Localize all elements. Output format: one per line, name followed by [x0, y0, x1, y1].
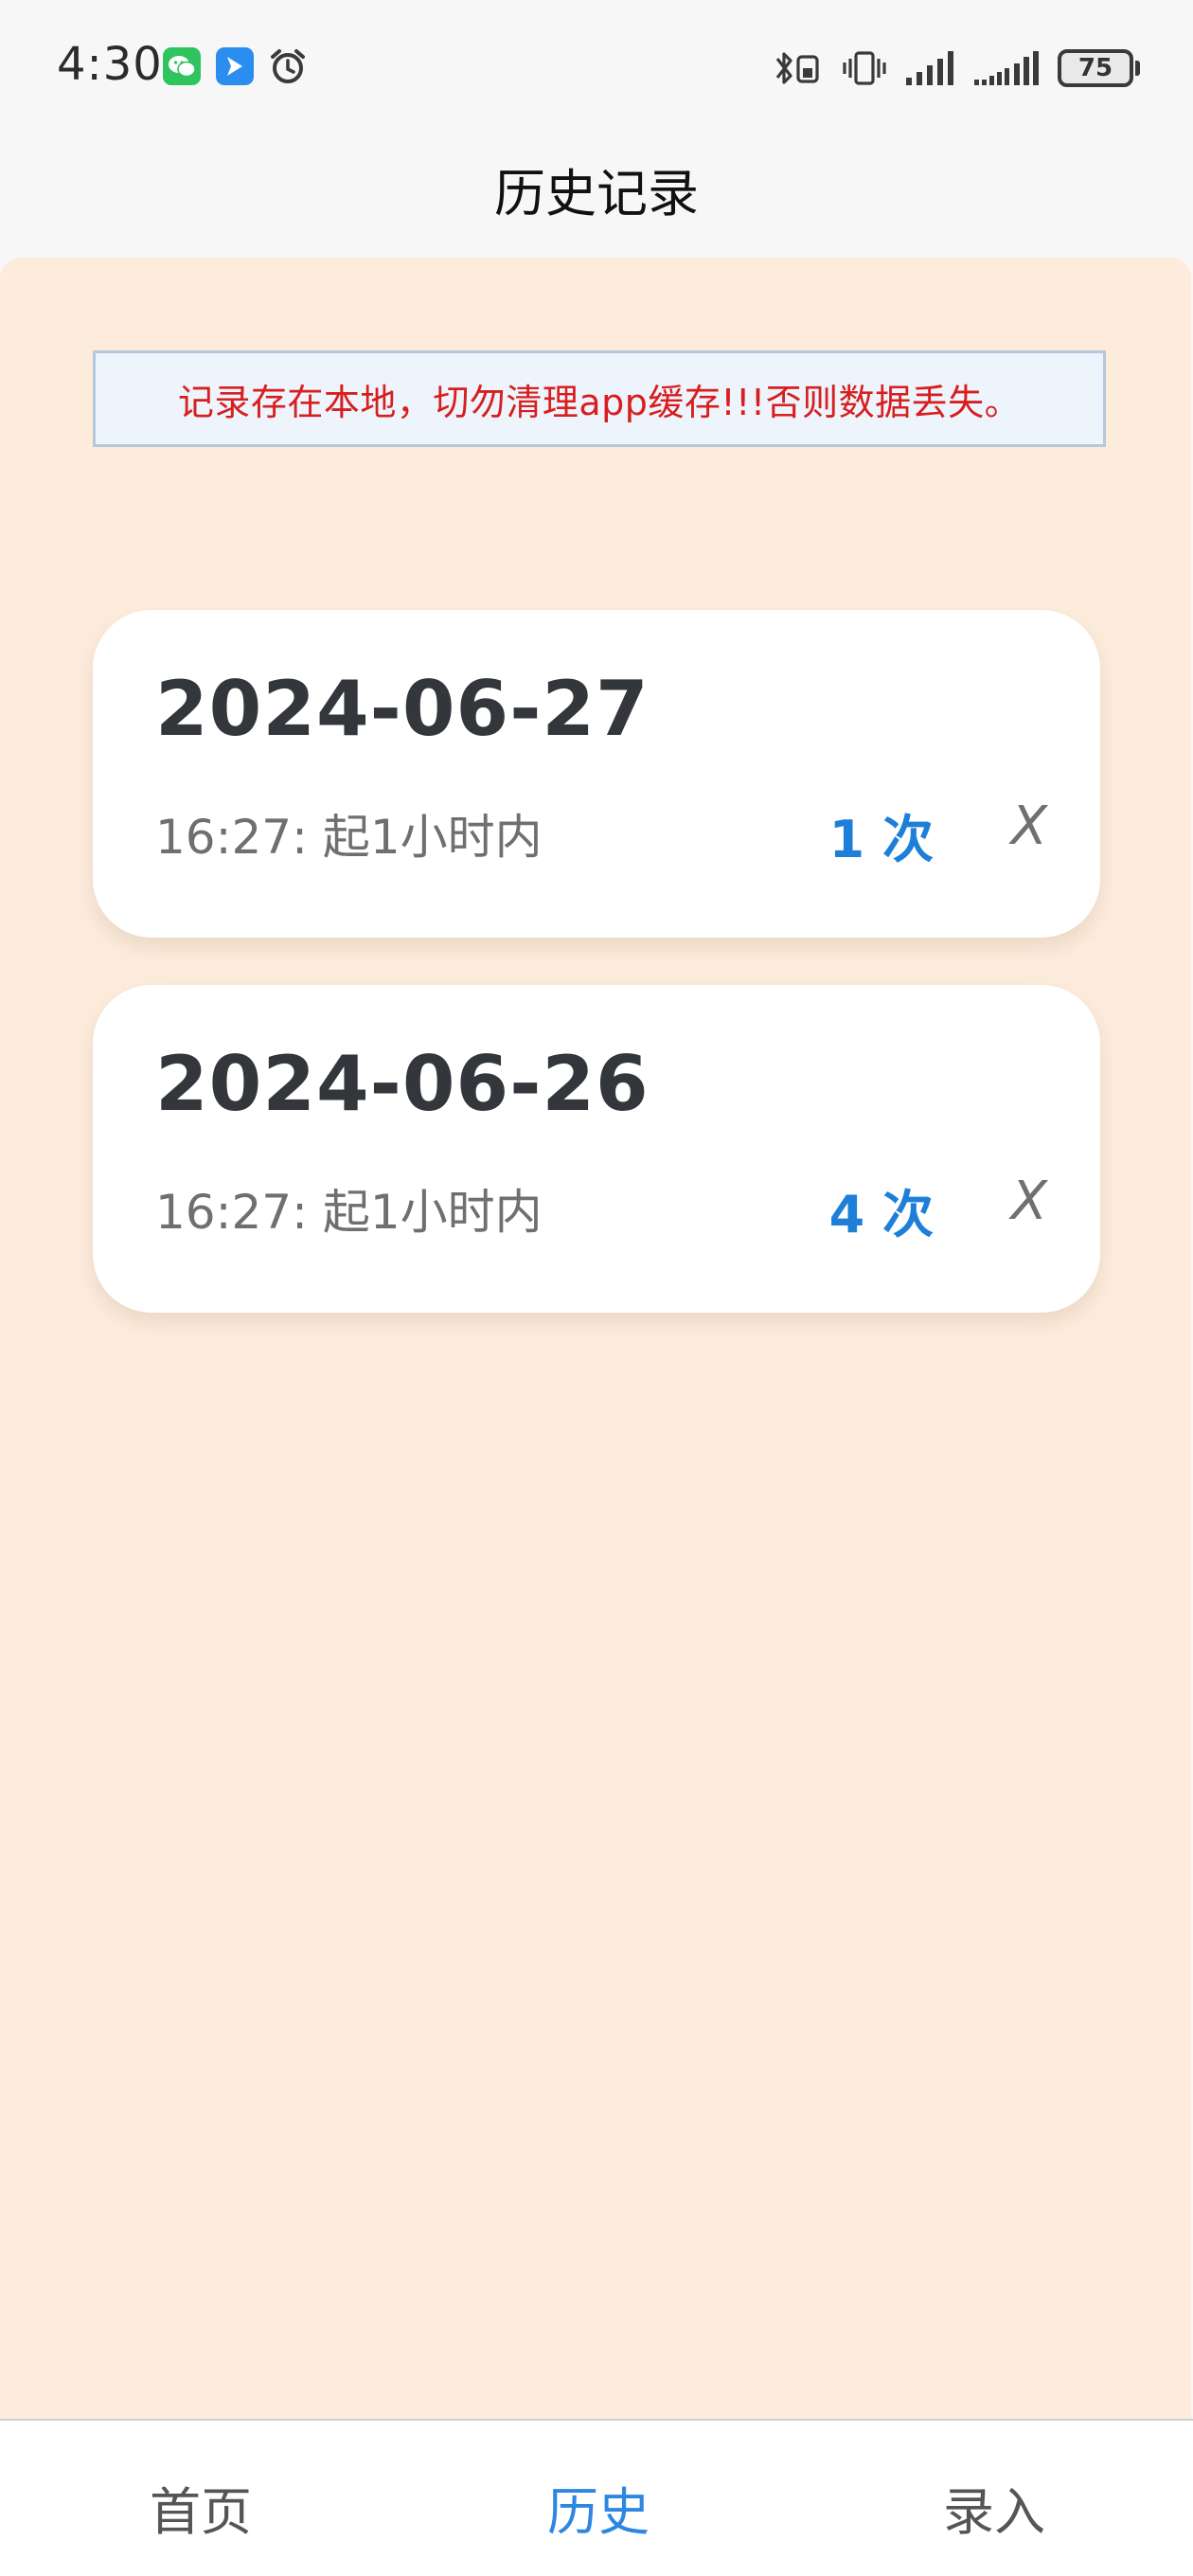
- wechat-icon: [163, 47, 201, 85]
- signal-icon: [906, 51, 953, 85]
- bottom-nav: 首页 历史 录入: [0, 2419, 1193, 2576]
- history-record-card[interactable]: 2024-06-27 16:27: 起1小时内 1 次 X: [93, 610, 1100, 938]
- delete-record-button[interactable]: X: [1011, 1171, 1047, 1232]
- record-date: 2024-06-27: [155, 665, 650, 753]
- battery-cap: [1135, 61, 1140, 76]
- feishu-icon: [216, 47, 254, 85]
- record-date: 2024-06-26: [155, 1040, 650, 1128]
- status-bar: 4:30 75: [0, 0, 1193, 133]
- system-icons: 75: [772, 44, 1140, 93]
- signal-2-icon: [974, 51, 1039, 85]
- record-detail: 16:27: 起1小时内: [155, 1185, 543, 1240]
- bluetooth-icon: [775, 52, 819, 84]
- record-detail: 16:27: 起1小时内: [155, 810, 543, 865]
- history-content: 记录存在本地，切勿清理app缓存!!!否则数据丢失。 2024-06-27 16…: [0, 258, 1191, 2419]
- history-record-card[interactable]: 2024-06-26 16:27: 起1小时内 4 次 X: [93, 985, 1100, 1313]
- record-count: 4 次: [828, 1185, 934, 1244]
- tab-entry[interactable]: 录入: [943, 2470, 1045, 2545]
- tab-home[interactable]: 首页: [150, 2470, 252, 2545]
- vibrate-icon: [843, 51, 886, 85]
- battery-level: 75: [1058, 49, 1133, 87]
- alarm-icon: [267, 45, 309, 87]
- storage-warning-notice: 记录存在本地，切勿清理app缓存!!!否则数据丢失。: [93, 350, 1106, 447]
- tab-history[interactable]: 历史: [547, 2470, 650, 2545]
- page-title: 历史记录: [494, 164, 699, 224]
- record-count: 1 次: [828, 810, 934, 869]
- battery-icon: 75: [1058, 49, 1140, 87]
- status-time: 4:30: [57, 38, 163, 91]
- delete-record-button[interactable]: X: [1011, 796, 1047, 857]
